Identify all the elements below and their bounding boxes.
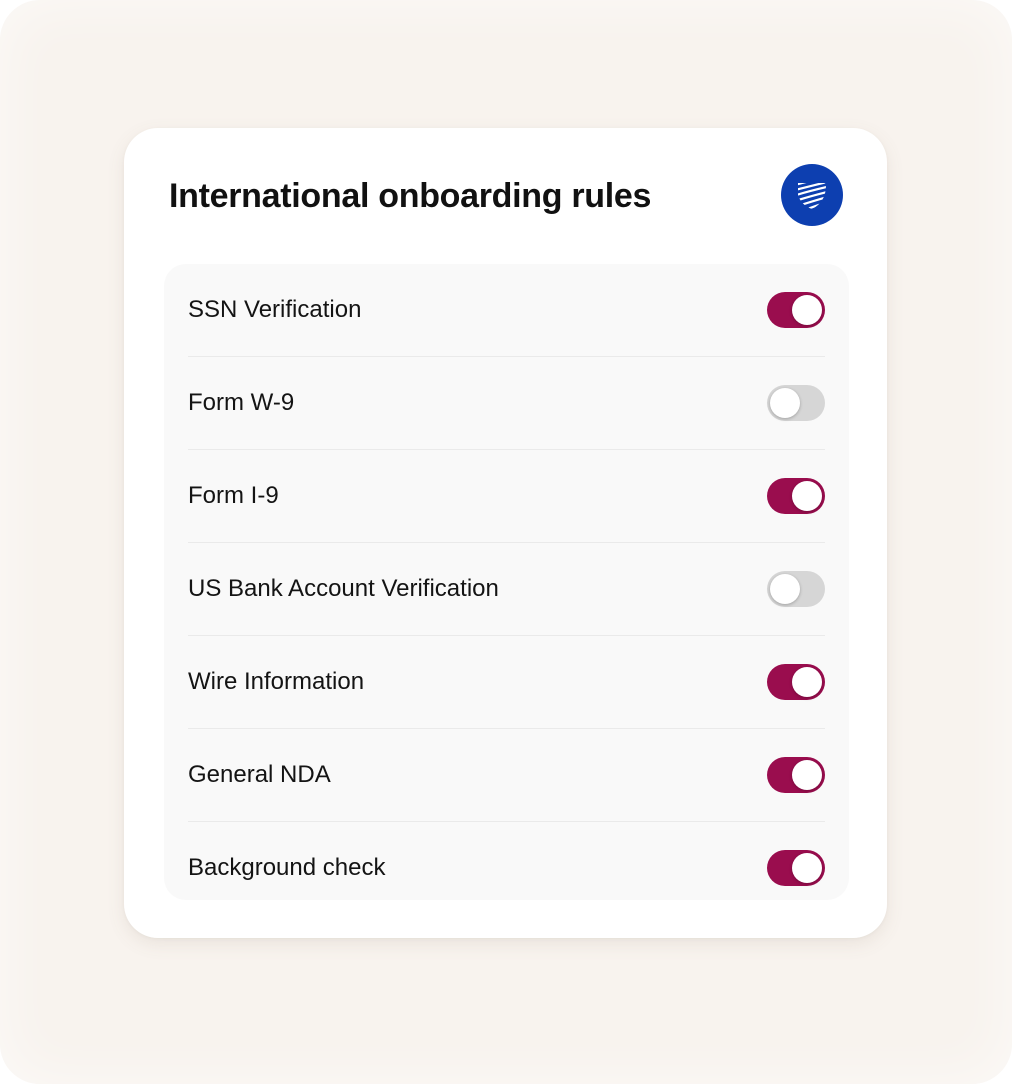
toggle-knob [792, 853, 822, 883]
rule-label: Wire Information [188, 668, 365, 695]
rule-label: SSN Verification [188, 296, 362, 323]
ssn-verification-toggle[interactable] [767, 292, 825, 328]
rule-label: Background check [188, 854, 386, 881]
onboarding-rules-card: International onboarding rules SSN Verif… [124, 128, 887, 938]
form-i9-toggle[interactable] [767, 478, 825, 514]
rule-label: US Bank Account Verification [188, 575, 499, 602]
rule-label: Form I-9 [188, 482, 279, 509]
rule-row-background-check: Background check [188, 822, 825, 914]
rule-row-wire-information: Wire Information [188, 636, 825, 729]
striped-leaf-logo-icon [798, 183, 826, 209]
toggle-knob [792, 667, 822, 697]
wire-information-toggle[interactable] [767, 664, 825, 700]
toggle-knob [792, 481, 822, 511]
rule-label: General NDA [188, 761, 331, 788]
toggle-knob [792, 760, 822, 790]
form-w9-toggle[interactable] [767, 385, 825, 421]
toggle-knob [770, 388, 800, 418]
brand-logo [781, 164, 843, 226]
card-title: International onboarding rules [169, 177, 652, 215]
rule-row-ssn-verification: SSN Verification [188, 264, 825, 357]
rule-row-form-i9: Form I-9 [188, 450, 825, 543]
background-check-toggle[interactable] [767, 850, 825, 886]
rules-list: SSN Verification Form W-9 Form I-9 US Ba… [164, 264, 849, 900]
general-nda-toggle[interactable] [767, 757, 825, 793]
rule-row-us-bank-account-verification: US Bank Account Verification [188, 543, 825, 636]
toggle-knob [792, 295, 822, 325]
rule-row-general-nda: General NDA [188, 729, 825, 822]
us-bank-account-verification-toggle[interactable] [767, 571, 825, 607]
rule-label: Form W-9 [188, 389, 295, 416]
rule-row-form-w9: Form W-9 [188, 357, 825, 450]
toggle-knob [770, 574, 800, 604]
page-background: International onboarding rules SSN Verif… [0, 0, 1012, 1084]
